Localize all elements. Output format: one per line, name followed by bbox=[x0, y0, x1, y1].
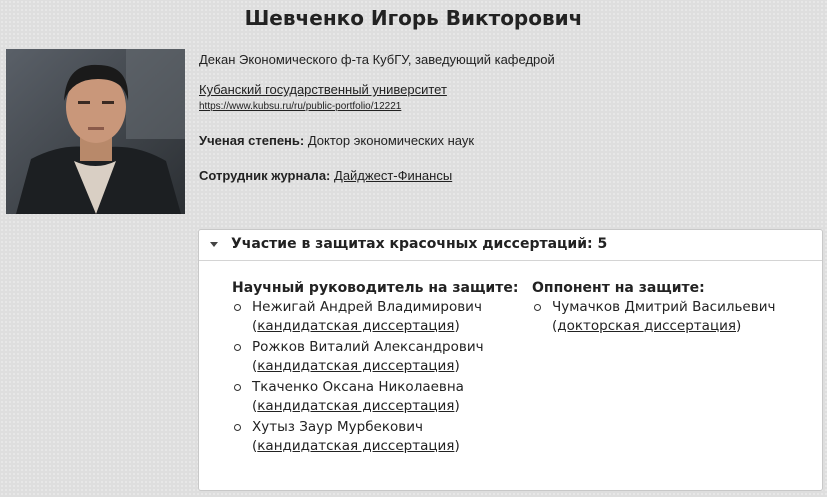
caret-down-icon[interactable] bbox=[210, 242, 218, 247]
person-name: Нежигай Андрей Владимирович bbox=[252, 299, 482, 315]
degree-row: Ученая степень: Доктор экономических нау… bbox=[199, 133, 474, 148]
person-name: Хутыз Заур Мурбекович bbox=[252, 419, 423, 435]
list-item: Хутыз Заур Мурбекович (кандидатская дисс… bbox=[232, 418, 518, 456]
journal-link[interactable]: Дайджест-Финансы bbox=[334, 168, 452, 183]
advisor-column: Научный руководитель на защите: Нежигай … bbox=[232, 280, 518, 458]
list-item: Рожков Виталий Александрович (кандидатск… bbox=[232, 338, 518, 376]
profile-photo bbox=[6, 49, 185, 214]
circle-bullet-icon bbox=[234, 424, 241, 431]
panel-header-toggle[interactable]: Участие в защитах красочных диссертаций:… bbox=[199, 230, 822, 261]
list-item: Ткаченко Оксана Николаевна (кандидатская… bbox=[232, 378, 518, 416]
dissertation-link[interactable]: кандидатская диссертация bbox=[257, 358, 454, 374]
opponent-heading: Оппонент на защите: bbox=[532, 280, 705, 296]
list-item: Чумачков Дмитрий Васильевич (докторская … bbox=[532, 298, 775, 336]
panel-title: Участие в защитах красочных диссертаций:… bbox=[231, 236, 608, 252]
circle-bullet-icon bbox=[234, 344, 241, 351]
circle-bullet-icon bbox=[234, 384, 241, 391]
degree-value: Доктор экономических наук bbox=[307, 133, 475, 148]
circle-bullet-icon bbox=[534, 304, 541, 311]
advisor-heading: Научный руководитель на защите: bbox=[232, 280, 519, 296]
dissertation-link[interactable]: кандидатская диссертация bbox=[257, 318, 454, 334]
circle-bullet-icon bbox=[234, 304, 241, 311]
dissertation-link[interactable]: кандидатская диссертация bbox=[257, 398, 454, 414]
opponent-column: Оппонент на защите: Чумачков Дмитрий Вас… bbox=[532, 280, 775, 338]
journal-label: Сотрудник журнала: bbox=[199, 168, 331, 183]
position-text: Декан Экономического ф-та КубГУ, заведую… bbox=[199, 52, 555, 67]
dissertation-link[interactable]: докторская диссертация bbox=[557, 318, 736, 334]
person-name: Ткаченко Оксана Николаевна bbox=[252, 379, 464, 395]
advisor-list: Нежигай Андрей Владимирович (кандидатска… bbox=[232, 298, 518, 456]
dissertations-panel: Участие в защитах красочных диссертаций:… bbox=[198, 229, 823, 491]
journal-row: Сотрудник журнала: Дайджест-Финансы bbox=[199, 168, 452, 183]
opponent-list: Чумачков Дмитрий Васильевич (докторская … bbox=[532, 298, 775, 336]
person-name: Рожков Виталий Александрович bbox=[252, 339, 484, 355]
degree-label: Ученая степень: bbox=[199, 133, 305, 148]
page-title: Шевченко Игорь Викторович bbox=[244, 6, 583, 30]
organization-link[interactable]: Кубанский государственный университет bbox=[199, 82, 447, 97]
list-item: Нежигай Андрей Владимирович (кандидатска… bbox=[232, 298, 518, 336]
dissertation-link[interactable]: кандидатская диссертация bbox=[257, 438, 454, 454]
portrait-image bbox=[6, 49, 185, 214]
portfolio-url-link[interactable]: https://www.kubsu.ru/ru/public-portfolio… bbox=[199, 101, 401, 112]
person-name: Чумачков Дмитрий Васильевич bbox=[552, 299, 776, 315]
